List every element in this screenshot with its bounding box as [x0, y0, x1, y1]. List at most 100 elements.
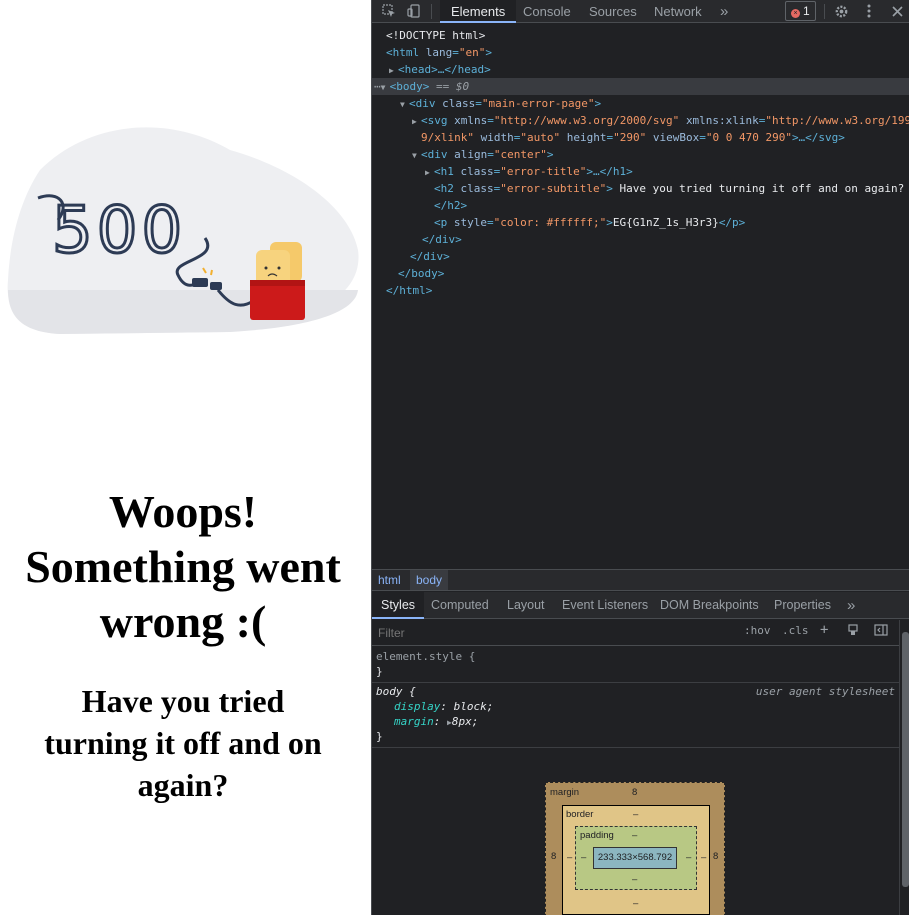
dom-tree: <!DOCTYPE html> <html lang="en"> ▶ <head>… [372, 24, 909, 569]
error-subtitle: Have you tried turning it off and on aga… [0, 680, 366, 806]
ellipsis-icon: ⋯ [374, 80, 381, 93]
box-model-padding-label: padding [580, 830, 614, 841]
expand-triangle-icon[interactable]: ▶ [389, 62, 398, 79]
box-model-margin-label: margin [550, 787, 580, 798]
tab-layout[interactable]: Layout [498, 592, 554, 619]
css-property-display[interactable]: display [394, 700, 440, 713]
dom-node-p[interactable]: <p style="color: #ffffff;">EG{G1nZ_1s_H3… [372, 214, 909, 231]
collapse-triangle-icon[interactable]: ▼ [400, 96, 409, 113]
breadcrumb-html[interactable]: html [372, 570, 407, 590]
box-model-border-right[interactable]: – [701, 852, 706, 863]
box-model-margin[interactable]: margin 8 8 8 border – – – – padding – – … [545, 782, 725, 915]
box-model-margin-right[interactable]: 8 [713, 851, 718, 862]
dom-node-head[interactable]: ▶ <head>…</head> [372, 61, 909, 78]
dom-node-doctype[interactable]: <!DOCTYPE html> [372, 27, 909, 44]
tab-elements[interactable]: Elements [440, 0, 517, 23]
subtitle-line: turning it off and on [44, 725, 322, 761]
style-rule-element: element.style { } [372, 647, 899, 683]
title-line: Woops! [108, 486, 258, 537]
tab-sources[interactable]: Sources [578, 0, 648, 23]
box-model-padding[interactable]: padding – – – – 233.333×568.792 [575, 826, 697, 890]
box-model-padding-left[interactable]: – [581, 852, 586, 863]
hover-state-toggle[interactable]: :hov [744, 624, 771, 637]
expand-triangle-icon[interactable]: ▶ [412, 113, 421, 130]
inspect-element-icon[interactable] [380, 2, 398, 20]
tab-network[interactable]: Network [643, 0, 713, 23]
toggle-sidebar-icon[interactable] [874, 624, 888, 639]
styles-filter-input[interactable] [374, 623, 734, 642]
css-value-margin[interactable]: 8px; [452, 715, 479, 728]
box-model-content-size[interactable]: 233.333×568.792 [593, 847, 677, 869]
toolbar-divider [431, 4, 432, 19]
body-selector[interactable]: body { [376, 685, 416, 698]
box-model-border-top[interactable]: – [633, 809, 638, 820]
dom-node-div-center[interactable]: ▼ <div align="center"> [372, 146, 909, 163]
error-count-badge[interactable]: × 1 [785, 1, 816, 21]
devtools-panel: Elements Console Sources Network » × 1 <!… [371, 0, 909, 915]
expand-triangle-icon[interactable]: ▶ [425, 164, 434, 181]
dom-node-h2[interactable]: <h2 class="error-subtitle"> Have you tri… [372, 180, 909, 197]
box-model-border[interactable]: border – – – – padding – – – – 233.333×5… [562, 805, 710, 915]
collapse-triangle-icon[interactable]: ▼ [381, 79, 390, 96]
styles-subtabs: Styles Computed Layout Event Listeners D… [372, 592, 909, 619]
dom-node-h2-close[interactable]: </h2> [372, 197, 909, 214]
close-icon[interactable] [888, 2, 906, 20]
subtitle-line: again? [137, 767, 229, 803]
dom-node-html[interactable]: <html lang="en"> [372, 44, 909, 61]
title-line: Something went [25, 541, 341, 592]
more-subtabs-button[interactable]: » [838, 592, 864, 619]
error-icon: × [791, 9, 800, 18]
tab-console[interactable]: Console [512, 0, 582, 23]
dom-node-div-close[interactable]: </div> [372, 248, 909, 265]
box-model-padding-top[interactable]: – [632, 830, 637, 841]
rule-close-brace: } [376, 665, 383, 678]
styles-filter-bar: :hov .cls + [372, 620, 899, 646]
rule-close-brace: } [376, 730, 383, 743]
webpage-viewport: 500 Woops! Something went wrong :( Have … [0, 0, 371, 915]
box-model-border-bottom[interactable]: – [633, 898, 638, 909]
css-property-margin[interactable]: margin [394, 715, 434, 728]
error-500-illustration: 500 [7, 127, 359, 334]
new-rule-button[interactable]: + [820, 622, 828, 638]
tab-styles[interactable]: Styles [372, 592, 425, 619]
device-toolbar-icon[interactable] [405, 2, 423, 20]
toolbar-divider [824, 4, 825, 19]
rule-source-label: user agent stylesheet [755, 685, 895, 698]
more-tabs-button[interactable]: » [709, 0, 739, 23]
css-value-display[interactable]: block; [454, 700, 494, 713]
dom-node-div-close[interactable]: </div> [372, 231, 909, 248]
box-model-border-label: border [566, 809, 594, 820]
style-rule-body: body {user agent stylesheet display: blo… [372, 684, 899, 748]
error-title: Woops! Something went wrong :( [0, 484, 366, 649]
dom-node-body-close[interactable]: </body> [372, 265, 909, 282]
box-model-margin-left[interactable]: 8 [551, 851, 556, 862]
tab-event-listeners[interactable]: Event Listeners [553, 592, 657, 619]
subtitle-line: Have you tried [81, 683, 285, 719]
dom-node-h1[interactable]: ▶ <h1 class="error-title">…</h1> [372, 163, 909, 180]
element-state-icon[interactable] [847, 624, 859, 639]
dom-node-svg-wrap[interactable]: 9/xlink" width="auto" height="290" viewB… [372, 129, 909, 146]
styles-scrollbar[interactable] [899, 620, 909, 915]
title-line: wrong :( [99, 596, 267, 647]
breadcrumb-body[interactable]: body [410, 570, 449, 590]
error-count: 1 [803, 4, 810, 18]
box-model-padding-right[interactable]: – [686, 852, 691, 863]
scrollbar-thumb[interactable] [902, 632, 909, 887]
collapse-triangle-icon[interactable]: ▼ [412, 147, 421, 164]
dom-node-div-main[interactable]: ▼ <div class="main-error-page"> [372, 95, 909, 112]
tab-dom-breakpoints[interactable]: DOM Breakpoints [651, 592, 768, 619]
box-model-margin-top[interactable]: 8 [632, 787, 637, 798]
element-style-selector[interactable]: element.style { [376, 650, 475, 663]
dom-node-svg[interactable]: ▶ <svg xmlns="http://www.w3.org/2000/svg"… [372, 112, 909, 129]
box-model-border-left[interactable]: – [567, 852, 572, 863]
tab-properties[interactable]: Properties [765, 592, 840, 619]
class-toggle[interactable]: .cls [782, 624, 809, 637]
dom-node-body[interactable]: ⋯▼ <body> == $0 [372, 78, 909, 95]
devtools-tabbar: Elements Console Sources Network » × 1 [372, 0, 909, 23]
hidden-white-text: EG{G1nZ_1s_H3r3} [114, 820, 252, 837]
kebab-menu-icon[interactable] [860, 2, 878, 20]
dom-node-html-close[interactable]: </html> [372, 282, 909, 299]
tab-computed[interactable]: Computed [422, 592, 498, 619]
box-model-padding-bottom[interactable]: – [632, 874, 637, 885]
settings-gear-icon[interactable] [832, 2, 850, 20]
